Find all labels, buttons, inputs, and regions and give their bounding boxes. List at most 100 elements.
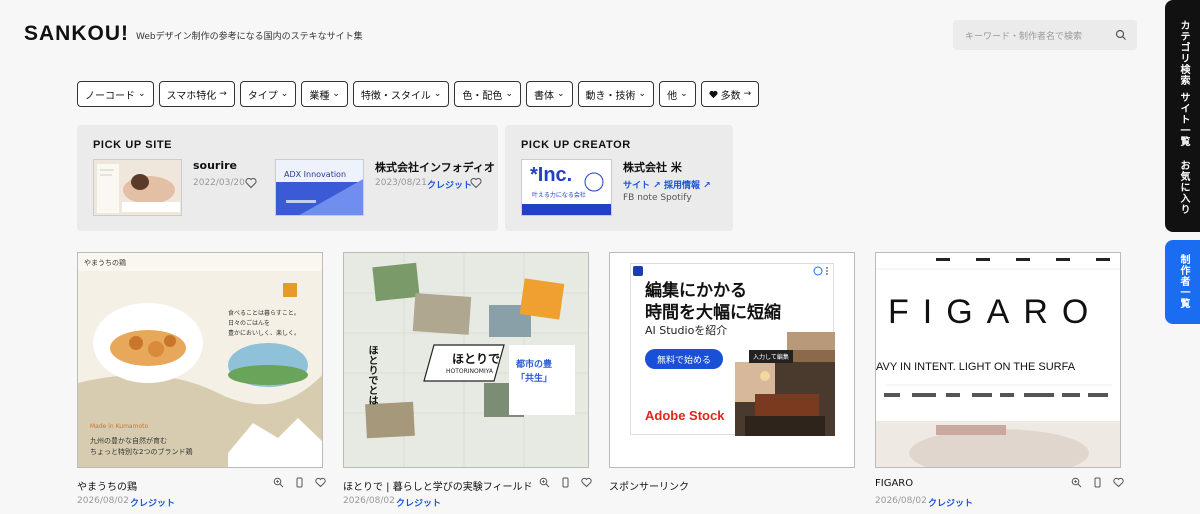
zoom-icon[interactable] (273, 477, 284, 488)
mobile-icon[interactable] (560, 477, 571, 488)
pickup-site-name-2[interactable]: 株式会社インフォディオ (375, 159, 495, 175)
filter-motion[interactable]: 動き・技術 ⌄ (577, 81, 655, 107)
heart-outline-icon[interactable] (470, 177, 482, 189)
pickup-site-title: PICK UP SITE (93, 139, 173, 151)
site-card-figaro[interactable]: FIGARO AVY IN INTENT. LIGHT ON THE SURFA (875, 252, 1121, 468)
side-nav-favorites[interactable]: お気に入り (1176, 160, 1191, 215)
chevron-down-icon: ⌄ (505, 89, 513, 99)
heart-outline-icon[interactable] (245, 177, 257, 189)
chevron-down-icon: ⌄ (638, 89, 647, 99)
ad-brand: Adobe Stock (645, 408, 725, 423)
side-nav-creators[interactable]: 制作者一覧 (1176, 254, 1191, 309)
ad-frame[interactable]: 編集にかかる 時間を大幅に短縮 AI Studioを紹介 無料で始める Adob… (630, 263, 835, 436)
filter-mobile[interactable]: スマホ特化 → (158, 81, 235, 107)
filter-industry[interactable]: 業種 ⌄ (301, 81, 348, 107)
ad-info-icon[interactable] (813, 266, 831, 276)
site-card-yamauchi[interactable]: やまうちの鶏 食べることは暮らすこと。 日々のごはんを 豊かにおいしく、楽しく。… (77, 252, 323, 468)
filter-popular[interactable]: 多数 → (700, 81, 760, 107)
heart-outline-icon[interactable] (1113, 477, 1124, 488)
card-date-4: 2026/08/02 (875, 496, 927, 506)
pickup-creator-name[interactable]: 株式会社 米 (623, 159, 682, 175)
ad-subtitle: AI Studioを紹介 (645, 324, 728, 337)
hotoride-tag-2: 「共生」 (516, 374, 553, 384)
pickup-site-thumb-2[interactable]: ADX Innovation (275, 159, 364, 216)
search-icon[interactable] (1115, 29, 1127, 41)
card-title-3: スポンサーリンク (609, 482, 689, 493)
site-header: SANKOU! Webデザイン制作の参考になる国内のステキなサイト集 キーワード… (0, 0, 1165, 70)
pickup-site-panel: PICK UP SITE sourire 2022/03/20 ADX Inno… (77, 125, 498, 231)
card-credit-2[interactable]: クレジット (396, 496, 441, 509)
filter-nocode[interactable]: ノーコード ⌄ (77, 81, 154, 107)
chevron-down-icon: ⌄ (332, 89, 340, 99)
adx-site-image (276, 160, 363, 215)
pickup-site-name-1[interactable]: sourire (193, 159, 237, 172)
yamauchi-headline-1: 九州の豊かな自然が育む (90, 437, 167, 445)
card-credit-4[interactable]: クレジット (928, 496, 973, 509)
chevron-down-icon: ⌄ (556, 89, 565, 99)
mobile-icon[interactable] (294, 477, 305, 488)
yamauchi-copy-1: 食べることは暮らすこと。 (228, 310, 300, 317)
chevron-down-icon: ⌄ (433, 89, 442, 99)
card-title-4[interactable]: FIGARO (875, 478, 913, 489)
search-input[interactable]: キーワード・制作者名で検索 (965, 29, 1082, 42)
ad-headline-2: 時間を大幅に短縮 (645, 303, 781, 323)
arrow-right-icon: → (219, 89, 227, 99)
side-nav-category-search[interactable]: カテゴリ検索 (1176, 20, 1191, 86)
sponsor-card[interactable]: 編集にかかる 時間を大幅に短縮 AI Studioを紹介 無料で始める Adob… (609, 252, 855, 468)
side-nav-site-list[interactable]: サイト一覧 (1176, 92, 1191, 147)
card-credit-1[interactable]: クレジット (130, 496, 175, 509)
filter-font[interactable]: 書体 ⌄ (525, 81, 573, 107)
pickup-site-thumb-1[interactable] (93, 159, 182, 216)
mobile-icon[interactable] (1092, 477, 1103, 488)
zoom-icon[interactable] (539, 477, 550, 488)
pickup-creator-panel: PICK UP CREATOR *Inc. 叶える力になる会社 株式会社 米 サ… (505, 125, 733, 231)
chevron-down-icon: ⌄ (280, 89, 289, 99)
zoom-icon[interactable] (1071, 477, 1082, 488)
site-logo[interactable]: SANKOU! (24, 22, 129, 46)
pickup-site-date-2: 2023/08/21 (375, 178, 427, 188)
card-title-2[interactable]: ほとりで | 暮らしと学びの実験フィールド (343, 478, 533, 493)
arrow-right-icon: → (743, 89, 752, 99)
creator-recruit-link[interactable]: 採用情報 ↗ (664, 178, 711, 191)
hotoride-tag-1: 都市の豊 (516, 360, 553, 370)
card-actions-1 (273, 477, 326, 488)
figaro-logo: FIGARO (888, 293, 1103, 331)
yamauchi-tag: Made in Kumamoto (90, 423, 149, 430)
pickup-site-credit-2[interactable]: クレジット (427, 178, 472, 191)
chevron-down-icon: ⌄ (138, 89, 146, 99)
hotoride-sign-sub: HOTORINOMIYA (446, 368, 494, 375)
side-nav: カテゴリ検索 サイト一覧 お気に入り (1165, 0, 1200, 232)
ad-badge-icon (633, 266, 643, 276)
yamauchi-copy-3: 豊かにおいしく、楽しく。 (228, 330, 301, 337)
figaro-marquee: AVY IN INTENT. LIGHT ON THE SURFA (876, 361, 1076, 373)
ad-cta-button[interactable]: 無料で始める (645, 349, 723, 369)
filter-other[interactable]: 他 ⌄ (659, 81, 696, 107)
card-date-2: 2026/08/02 (343, 496, 395, 506)
filter-style[interactable]: 特徴・スタイル ⌄ (352, 81, 450, 107)
pickup-site-date-1: 2022/03/20 (193, 178, 245, 188)
heart-icon (709, 90, 718, 98)
creator-thumb-graphic (522, 172, 611, 215)
heart-outline-icon[interactable] (581, 477, 592, 488)
card-title-1[interactable]: やまうちの鶏 (77, 478, 137, 493)
hotoride-sign: ほとりで (452, 352, 501, 366)
side-nav-creators-tab[interactable]: 制作者一覧 (1165, 240, 1200, 324)
creator-site-link[interactable]: サイト ↗ (623, 178, 661, 191)
filter-color[interactable]: 色・配色 ⌄ (454, 81, 521, 107)
site-card-hotoride[interactable]: ほとりで HOTORINOMIYA ほとりでとは 都市の豊 「共生」 (343, 252, 589, 468)
chevron-down-icon: ⌄ (680, 89, 688, 99)
search-box[interactable]: キーワード・制作者名で検索 (953, 20, 1137, 50)
heart-outline-icon[interactable] (315, 477, 326, 488)
ad-tooltip: 入力して編集 (749, 350, 793, 363)
site-tagline: Webデザイン制作の参考になる国内のステキなサイト集 (136, 32, 363, 42)
ad-room-image (735, 332, 835, 436)
hotoride-vertical: ほとりでとは (366, 345, 377, 405)
creator-social-links[interactable]: FB note Spotify (623, 193, 692, 203)
yamauchi-copy-2: 日々のごはんを (228, 320, 271, 327)
spa-photo-image (94, 160, 181, 215)
pickup-creator-thumb[interactable]: *Inc. 叶える力になる会社 (521, 159, 612, 216)
card-actions-4 (1071, 477, 1124, 488)
yamauchi-headline-2: ちょっと特別な2つのブランド鶏 (90, 448, 193, 456)
filter-type[interactable]: タイプ ⌄ (239, 81, 297, 107)
filter-bar: ノーコード ⌄ スマホ特化 → タイプ ⌄ 業種 ⌄ 特徴・スタイル ⌄ 色・配色 ⌄ 書体… (77, 81, 760, 107)
